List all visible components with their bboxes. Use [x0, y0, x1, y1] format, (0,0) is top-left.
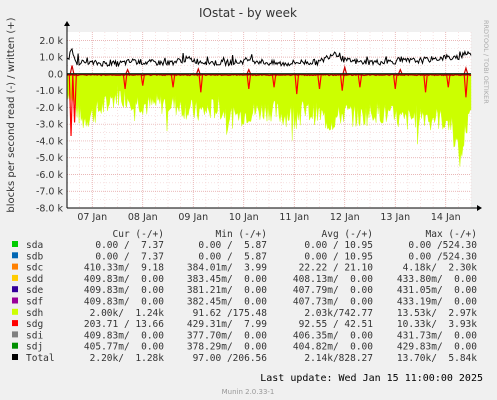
- legend-value-min: 381.21m/ 0.00: [187, 285, 267, 296]
- legend-value-avg: 406.35m/ 0.00: [293, 330, 373, 341]
- iostat-chart: IOstat - by week blocks per second read …: [6, 6, 490, 396]
- legend-name-sdd: sdd: [26, 274, 43, 285]
- legend-value-avg: 2.03k/742.77: [304, 308, 373, 319]
- legend-value-cur: 409.83m/ 0.00: [84, 274, 164, 285]
- legend-swatch-sdd: [12, 274, 18, 281]
- x-tick-label: 13 Jan: [380, 212, 410, 223]
- legend-name-sda: sda: [26, 240, 43, 251]
- y-tick-label: 2.0 k: [39, 36, 63, 47]
- legend-value-min: 97.00 /206.56: [193, 353, 268, 364]
- y-tick-label: -1.0 k: [36, 86, 64, 97]
- x-tick-label: 09 Jan: [178, 212, 208, 223]
- x-tick-label: 11 Jan: [279, 212, 309, 223]
- x-tick-label: 12 Jan: [330, 212, 360, 223]
- legend-name-sdg: sdg: [26, 319, 43, 330]
- x-tick-label: 14 Jan: [431, 212, 461, 223]
- munin-version: Munin 2.0.33-1: [222, 388, 275, 396]
- legend-value-min: 383.45m/ 0.00: [187, 274, 267, 285]
- x-tick-label: 08 Jan: [128, 212, 158, 223]
- legend-value-max: 0.00 /524.30: [408, 251, 477, 262]
- legend-value-max: 429.83m/ 0.00: [397, 342, 477, 353]
- y-tick-label: -6.0 k: [36, 170, 64, 181]
- legend-swatch-sdh: [12, 308, 18, 315]
- y-tick-label: -3.0 k: [36, 120, 64, 131]
- legend-swatch-sda: [12, 241, 18, 247]
- legend-swatch-sdc: [12, 263, 18, 270]
- legend-swatch-sdf: [12, 297, 18, 304]
- legend-value-cur: 0.00 / 7.37: [95, 240, 164, 251]
- legend-header-cur: Cur (-/+): [113, 229, 164, 240]
- legend-value-max: 10.33k/ 3.93k: [397, 319, 477, 330]
- legend-header-avg: Avg (-/+): [322, 229, 373, 240]
- chart-title: IOstat - by week: [199, 6, 297, 20]
- legend-name-sdj: sdj: [26, 342, 43, 353]
- y-axis-label: blocks per second read (-) / written (+): [6, 17, 17, 212]
- legend-swatch-sdg: [12, 320, 18, 327]
- legend-value-cur: 409.83m/ 0.00: [84, 297, 164, 308]
- legend-value-cur: 2.20k/ 1.28k: [90, 353, 165, 364]
- y-axis-arrow: [64, 21, 70, 26]
- legend-value-max: 433.19m/ 0.00: [397, 297, 477, 308]
- legend-swatch-Total: [12, 354, 18, 360]
- legend-name-sdh: sdh: [26, 308, 43, 319]
- x-tick-label: 10 Jan: [229, 212, 259, 223]
- legend-value-max: 431.73m/ 0.00: [397, 330, 477, 341]
- legend-value-max: 13.70k/ 5.84k: [397, 353, 477, 364]
- y-tick-label: -8.0 k: [36, 204, 64, 215]
- legend-value-avg: 2.14k/828.27: [304, 353, 373, 364]
- legend-value-cur: 203.71 / 13.66: [84, 319, 164, 330]
- legend-value-cur: 405.77m/ 0.00: [84, 342, 164, 353]
- legend-header-min: Min (-/+): [216, 229, 267, 240]
- legend-swatch-sdj: [12, 342, 18, 349]
- legend-value-min: 0.00 / 5.87: [198, 251, 267, 262]
- legend-value-min: 91.62 /175.48: [193, 308, 268, 319]
- legend-value-avg: 404.82m/ 0.00: [293, 342, 373, 353]
- y-tick-label: -2.0 k: [36, 103, 64, 114]
- legend-value-avg: 407.73m/ 0.00: [293, 297, 373, 308]
- legend-value-max: 431.05m/ 0.00: [397, 285, 477, 296]
- legend-value-avg: 92.55 / 42.51: [299, 319, 374, 330]
- legend-value-cur: 410.33m/ 9.18: [84, 263, 164, 274]
- y-tick-label: 0.0: [48, 69, 63, 80]
- legend-value-cur: 409.83m/ 0.00: [84, 285, 164, 296]
- legend-value-min: 382.45m/ 0.00: [187, 297, 267, 308]
- legend-value-min: 0.00 / 5.87: [198, 240, 267, 251]
- x-tick-label: 07 Jan: [77, 212, 107, 223]
- x-axis-arrow: [477, 205, 482, 211]
- legend-value-cur: 0.00 / 7.37: [95, 251, 164, 262]
- legend-value-cur: 409.83m/ 0.00: [84, 330, 164, 341]
- legend-name-sdc: sdc: [26, 263, 43, 274]
- y-tick-label: 1.0 k: [39, 53, 63, 64]
- legend-value-avg: 0.00 / 10.95: [304, 251, 373, 262]
- legend-swatch-sde: [12, 286, 18, 293]
- legend-value-max: 13.53k/ 2.97k: [397, 308, 477, 319]
- legend-name-Total: Total: [26, 353, 55, 364]
- legend: Cur (-/+) Min (-/+) Avg (-/+) Max (-/+) sda 0…: [12, 229, 477, 364]
- legend-name-sdb: sdb: [26, 251, 43, 262]
- legend-swatch-sdi: [12, 331, 18, 338]
- legend-name-sdi: sdi: [26, 330, 43, 341]
- y-tick-label: -4.0 k: [36, 136, 64, 147]
- legend-value-min: 378.29m/ 0.00: [187, 342, 267, 353]
- legend-value-min: 377.70m/ 0.00: [187, 330, 267, 341]
- legend-value-min: 429.31m/ 7.99: [187, 319, 267, 330]
- legend-value-cur: 2.00k/ 1.24k: [90, 308, 165, 319]
- legend-value-min: 384.01m/ 3.99: [187, 263, 267, 274]
- legend-name-sdf: sdf: [26, 297, 43, 308]
- legend-value-avg: 408.13m/ 0.00: [293, 274, 373, 285]
- legend-name-sde: sde: [26, 285, 43, 296]
- legend-value-avg: 407.79m/ 0.00: [293, 285, 373, 296]
- y-tick-label: -7.0 k: [36, 187, 64, 198]
- legend-value-avg: 0.00 / 10.95: [304, 240, 373, 251]
- last-update: Last update: Wed Jan 15 11:00:00 2025: [260, 373, 483, 384]
- legend-value-max: 4.18k/ 2.30k: [403, 263, 478, 274]
- legend-header-max: Max (-/+): [426, 229, 477, 240]
- legend-value-max: 433.80m/ 0.00: [397, 274, 477, 285]
- legend-value-max: 0.00 /524.30: [408, 240, 477, 251]
- legend-swatch-sdb: [12, 252, 18, 259]
- y-tick-label: -5.0 k: [36, 153, 64, 164]
- legend-value-avg: 22.22 / 21.10: [299, 263, 374, 274]
- rrdtool-credit: RRDTOOL / TOBI OETIKER: [482, 20, 490, 104]
